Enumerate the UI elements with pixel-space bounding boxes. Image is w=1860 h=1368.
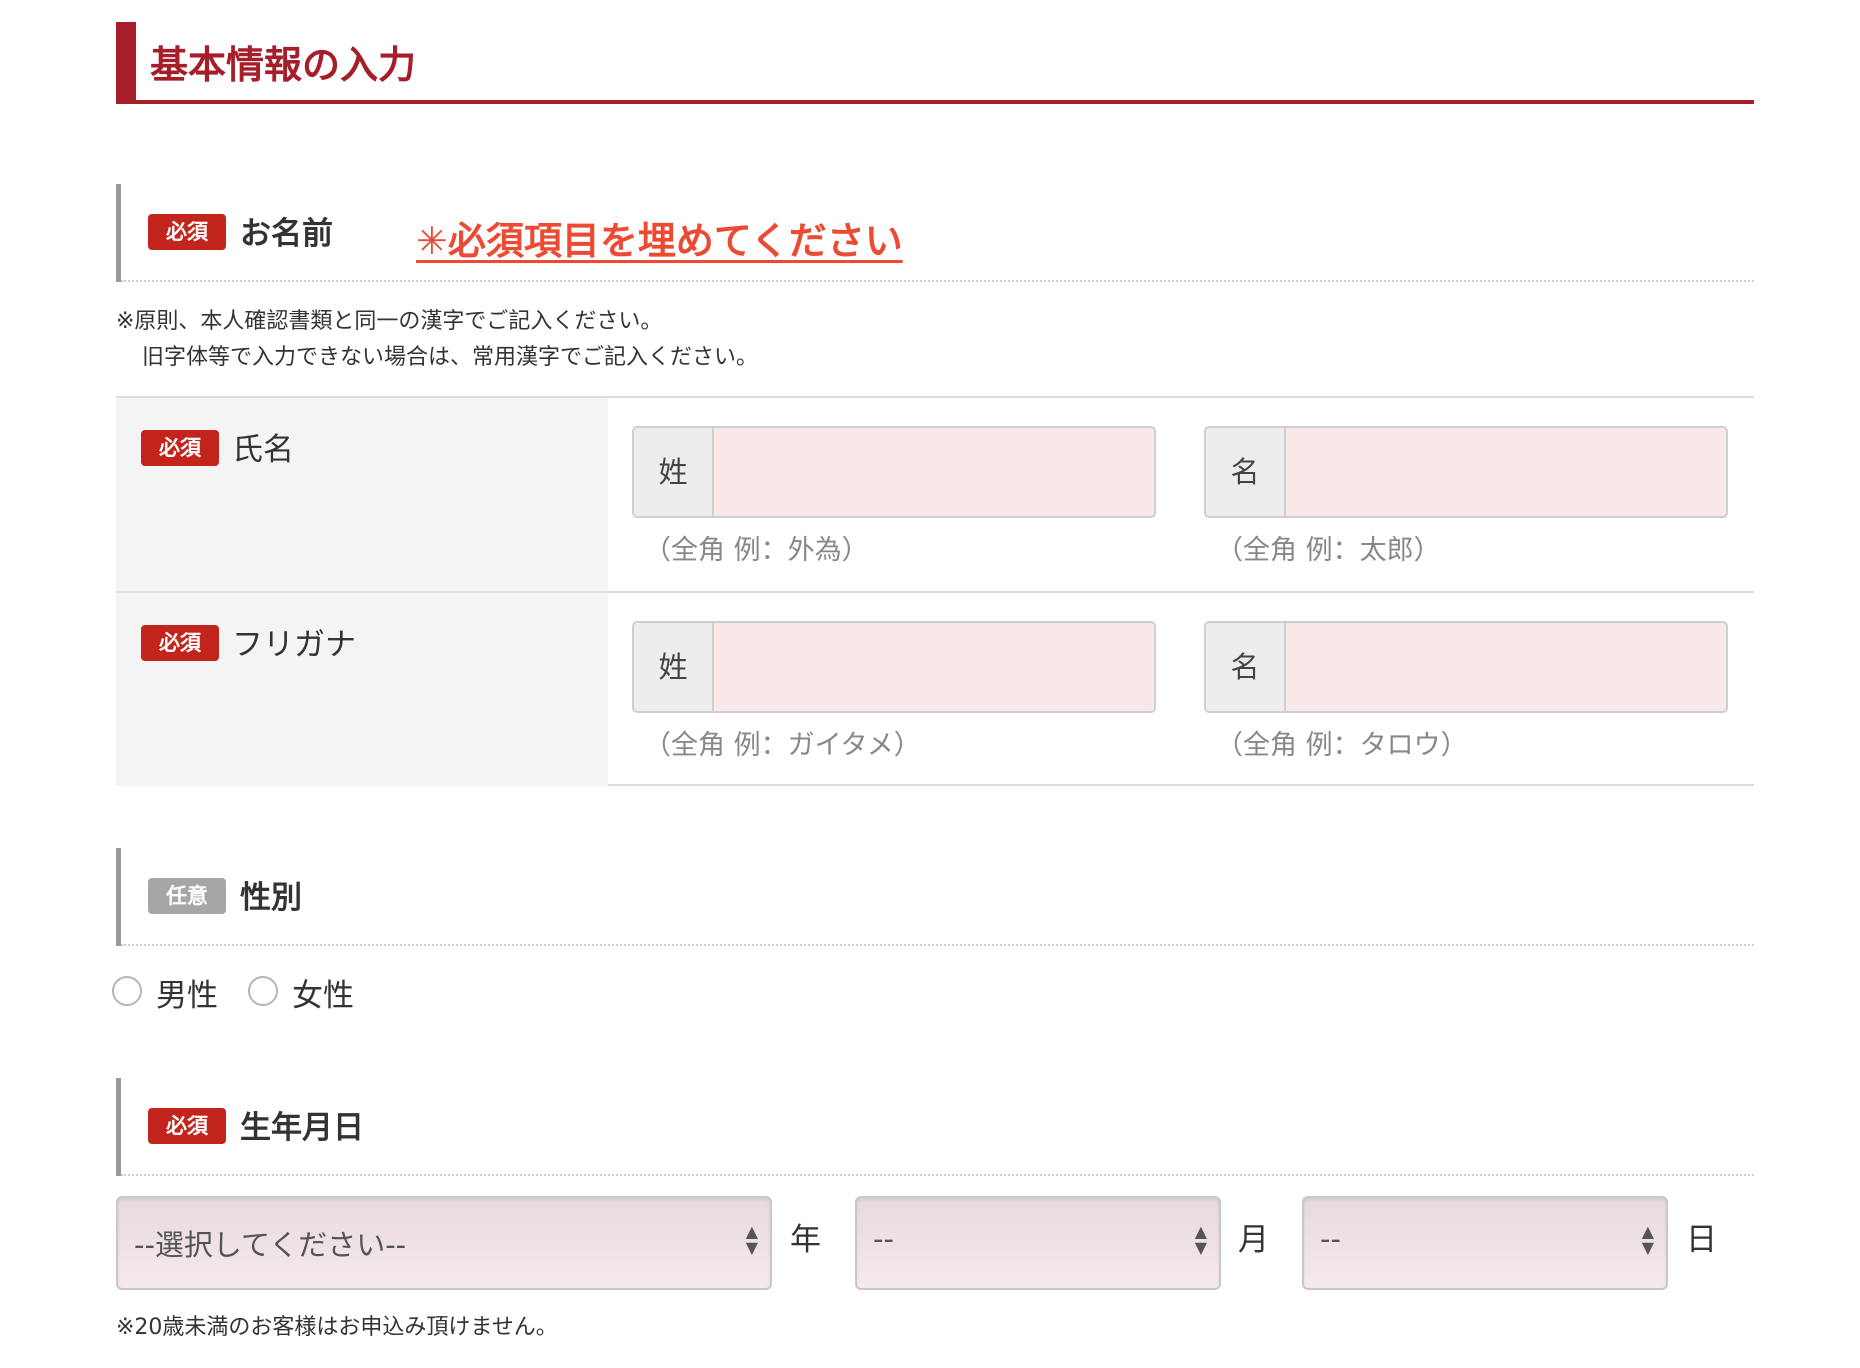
required-badge: 必須 bbox=[148, 214, 226, 250]
month-unit: 月 bbox=[1238, 1222, 1269, 1258]
last-name-kana-hint: （全角 例：ガイタメ） bbox=[644, 730, 921, 761]
last-name-kana-prefix: 姓 bbox=[634, 623, 714, 711]
first-name-prefix: 名 bbox=[1206, 428, 1286, 516]
name-note-line1: ※原則、本人確認書類と同一の漢字でご記入ください。 bbox=[116, 309, 663, 334]
table-row-full-name: 必須 氏名 姓 （全角 例：外為） 名 （全角 例：太郎） bbox=[116, 398, 1754, 593]
name-note: ※原則、本人確認書類と同一の漢字でご記入ください。 旧字体等で入力できない場合は… bbox=[116, 304, 758, 376]
gender-section-title: 性別 bbox=[240, 880, 302, 916]
up-down-arrows-icon: ▲ ▼ bbox=[745, 1222, 758, 1257]
page-title: 基本情報の入力 bbox=[116, 22, 1754, 104]
name-table: 必須 氏名 姓 （全角 例：外為） 名 （全角 例：太郎） 必須 フリガナ 姓 … bbox=[116, 396, 1754, 786]
first-name-kana-field[interactable]: 名 bbox=[1204, 621, 1728, 713]
first-name-kana-input[interactable] bbox=[1286, 623, 1726, 711]
row-header: 必須 氏名 bbox=[116, 398, 608, 591]
gender-option-label[interactable]: 男性 bbox=[156, 970, 218, 1015]
birth-day-value: -- bbox=[1320, 1222, 1341, 1256]
table-row-furigana: 必須 フリガナ 姓 （全角 例：ガイタメ） 名 （全角 例：タロウ） bbox=[116, 593, 1754, 786]
last-name-prefix: 姓 bbox=[634, 428, 714, 516]
row-header: 必須 フリガナ bbox=[116, 593, 608, 786]
radio-circle-icon[interactable] bbox=[112, 976, 142, 1006]
name-section-title: お名前 bbox=[240, 216, 333, 252]
furigana-label: フリガナ bbox=[232, 627, 356, 663]
birth-year-select[interactable]: --選択してください-- ▲ ▼ bbox=[116, 1196, 772, 1290]
up-down-arrows-icon: ▲ ▼ bbox=[1641, 1222, 1654, 1257]
last-name-kana-field[interactable]: 姓 bbox=[632, 621, 1156, 713]
title-accent-bar bbox=[116, 22, 136, 100]
year-unit: 年 bbox=[790, 1222, 821, 1258]
first-name-kana-prefix: 名 bbox=[1206, 623, 1286, 711]
gender-section-header: 任意 性別 bbox=[116, 848, 1754, 946]
age-note: ※20歳未満のお客様はお申込み頂けません。 bbox=[116, 1315, 558, 1340]
last-name-input[interactable] bbox=[714, 428, 1154, 516]
day-unit: 日 bbox=[1686, 1222, 1717, 1258]
birth-section-header: 必須 生年月日 bbox=[116, 1078, 1754, 1176]
optional-badge: 任意 bbox=[148, 878, 226, 914]
first-name-kana-hint: （全角 例：タロウ） bbox=[1216, 730, 1468, 761]
name-note-line2: 旧字体等で入力できない場合は、常用漢字でご記入ください。 bbox=[142, 345, 759, 370]
birth-month-select[interactable]: -- ▲ ▼ bbox=[855, 1196, 1221, 1290]
birth-month-value: -- bbox=[873, 1222, 894, 1256]
last-name-hint: （全角 例：外為） bbox=[644, 535, 869, 566]
birth-section-title: 生年月日 bbox=[240, 1110, 364, 1146]
page-title-text: 基本情報の入力 bbox=[150, 43, 417, 87]
up-down-arrows-icon: ▲ ▼ bbox=[1194, 1222, 1207, 1257]
full-name-label: 氏名 bbox=[232, 432, 294, 468]
required-notice: ✳必須項目を埋めてください bbox=[416, 219, 903, 263]
first-name-hint: （全角 例：太郎） bbox=[1216, 535, 1441, 566]
first-name-field[interactable]: 名 bbox=[1204, 426, 1728, 518]
last-name-field[interactable]: 姓 bbox=[632, 426, 1156, 518]
radio-circle-icon[interactable] bbox=[248, 976, 278, 1006]
first-name-input[interactable] bbox=[1286, 428, 1726, 516]
birth-year-value: --選択してください-- bbox=[134, 1228, 407, 1262]
required-badge: 必須 bbox=[141, 430, 219, 466]
name-section-header: 必須 お名前 bbox=[116, 184, 1754, 282]
required-badge: 必須 bbox=[148, 1108, 226, 1144]
gender-option-label[interactable]: 女性 bbox=[292, 970, 354, 1015]
required-badge: 必須 bbox=[141, 625, 219, 661]
last-name-kana-input[interactable] bbox=[714, 623, 1154, 711]
birth-day-select[interactable]: -- ▲ ▼ bbox=[1302, 1196, 1668, 1290]
